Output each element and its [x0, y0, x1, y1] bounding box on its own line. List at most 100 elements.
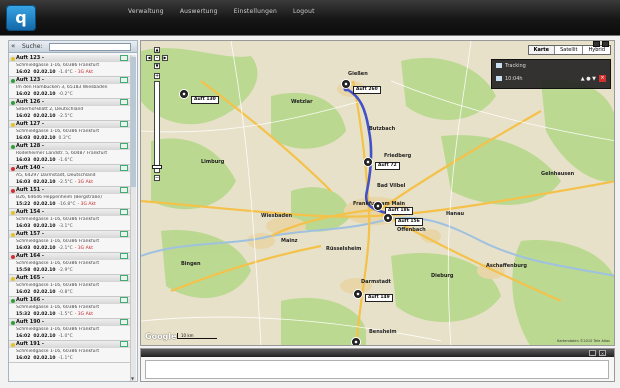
zoom-out-button[interactable]: −	[154, 175, 160, 181]
vehicle-address: Schmiedgasse 1-16, 60386 Frankfurt	[16, 349, 100, 354]
vehicle-title-bar[interactable]: Auft 154 -	[9, 209, 130, 216]
vehicle-list-item[interactable]: Auft 166 - Schmiedgasse 1-16, 60386 Frank…	[9, 297, 130, 319]
vehicle-title-bar[interactable]: Auft 151 -	[9, 187, 130, 194]
vehicle-title-bar[interactable]: Auft 166 -	[9, 297, 130, 304]
app-logo-text: q	[15, 8, 27, 27]
vehicle-title-bar[interactable]: Auft 140 -	[9, 165, 130, 172]
vehicle-list-item[interactable]: Auft 126 - Silberhof-Blatt 2, Deutschland…	[9, 99, 130, 121]
vehicle-marker[interactable]	[341, 79, 351, 89]
vehicle-marker[interactable]	[363, 157, 373, 167]
sidebar-scrollbar[interactable]: ▲ ▼	[130, 55, 136, 381]
vehicle-title-bar[interactable]: Auft 157 -	[9, 231, 130, 238]
vehicle-title-bar[interactable]: Auft 123 -	[9, 55, 130, 62]
tracking-close-button[interactable]: ×	[599, 75, 606, 82]
vehicle-marker[interactable]	[373, 201, 383, 211]
scrollbar-thumb[interactable]	[131, 57, 136, 187]
map-copyright: Kartendaten ©2010 Tele Atlas	[557, 339, 610, 343]
tracking-controls-icon[interactable]: ▲ ● ▼	[581, 76, 596, 82]
vehicle-details-icon[interactable]	[120, 231, 128, 237]
vehicle-alert: - 3G Akt	[74, 180, 94, 185]
vehicle-list-item[interactable]: Auft 123 - Im den Hambücken 3, 65183 Wies…	[9, 77, 130, 99]
tracked-route	[345, 87, 387, 215]
map-maximize-button[interactable]	[602, 41, 609, 47]
vehicle-title-bar[interactable]: Auft 127 -	[9, 121, 130, 128]
vehicle-details-icon[interactable]	[120, 253, 128, 259]
vehicle-marker[interactable]	[353, 289, 363, 299]
vehicle-title-bar[interactable]: Auft 128 -	[9, 143, 130, 150]
vehicle-details-icon[interactable]	[120, 341, 128, 347]
vehicle-details-icon[interactable]	[120, 143, 128, 149]
vehicle-details-icon[interactable]	[120, 209, 128, 215]
vehicle-title-bar[interactable]: Auft 191 -	[9, 341, 130, 348]
bottom-minimize-button[interactable]: _	[589, 350, 596, 356]
status-dot-icon	[11, 232, 15, 237]
vehicle-title-bar[interactable]: Auft 123 -	[9, 77, 130, 84]
vehicle-list-item[interactable]: Auft 154 - Schmiedgasse 1-16, 60386 Frank…	[9, 209, 130, 231]
vehicle-list-item[interactable]: Auft 190 - Schmiedgasse 1-16, 60386 Frank…	[9, 319, 130, 341]
pan-up-icon[interactable]: ▲	[154, 47, 160, 53]
vehicle-details-icon[interactable]	[120, 297, 128, 303]
vehicle-details-icon[interactable]	[120, 275, 128, 281]
pan-center-icon[interactable]: •	[154, 55, 160, 61]
zoom-slider-track[interactable]	[154, 81, 160, 173]
vehicle-list-item[interactable]: Auft 165 - Schmiedgasse 1-16, 60386 Frank…	[9, 275, 130, 297]
map-minimize-button[interactable]	[593, 41, 600, 47]
vehicle-marker-label[interactable]: Auft 130	[191, 96, 219, 104]
vehicle-marker-label[interactable]: Auft 260	[353, 86, 381, 94]
place-label-bensheim: Bensheim	[369, 329, 397, 335]
tracking-info-row: 10:04h	[496, 76, 523, 82]
vehicle-details-icon[interactable]	[120, 99, 128, 105]
vehicle-title-bar[interactable]: Auft 164 -	[9, 253, 130, 260]
status-dot-icon	[11, 78, 15, 83]
vehicle-marker-label[interactable]: Auft 149	[365, 294, 393, 302]
vehicle-title-bar[interactable]: Auft 190 -	[9, 319, 130, 326]
vehicle-list-item[interactable]: Auft 140 - A5, 64297 Darmstadt, Deutschla…	[9, 165, 130, 187]
search-input[interactable]	[49, 43, 131, 51]
vehicle-list-item[interactable]: Auft 191 - Schmiedgasse 1-16, 60386 Frank…	[9, 341, 130, 363]
vehicle-marker[interactable]	[351, 337, 361, 345]
vehicle-title-bar[interactable]: Auft 126 -	[9, 99, 130, 106]
vehicle-marker-label[interactable]: Auft 72	[375, 162, 400, 170]
place-label-hanau: Hanau	[446, 211, 465, 217]
vehicle-temperature: -1.0°C	[58, 334, 73, 339]
vehicle-list-item[interactable]: Auft 157 - Schmiedgasse 1-16, 60386 Frank…	[9, 231, 130, 253]
vehicle-list-item[interactable]: Auft 164 - Schmiedgasse 1-16, 60386 Frank…	[9, 253, 130, 275]
vehicle-temperature: -1.1°C	[58, 356, 73, 361]
vehicle-details-icon[interactable]	[120, 77, 128, 83]
vehicle-marker[interactable]	[179, 89, 189, 99]
vehicle-list-item[interactable]: Auft 151 - B26, 64646 Heppenheim (Bergstr…	[9, 187, 130, 209]
vehicle-details-icon[interactable]	[120, 165, 128, 171]
zoom-in-button[interactable]: +	[154, 73, 160, 79]
scroll-down-icon[interactable]: ▼	[131, 376, 134, 381]
vehicle-marker-label[interactable]: Auft 156	[395, 218, 423, 226]
map-view[interactable]: Gießen Wetzlar Limburg Friedberg Bad Vil…	[140, 40, 615, 346]
bottom-panel-content[interactable]	[145, 360, 609, 379]
pan-down-icon[interactable]: ▼	[154, 63, 160, 69]
vehicle-marker[interactable]	[383, 213, 393, 223]
vehicle-date: 02.02.10	[33, 70, 56, 75]
vehicle-details-icon[interactable]	[120, 55, 128, 61]
vehicle-list-item[interactable]: Auft 127 - Schmiedgasse 1-16, 60386 Frank…	[9, 121, 130, 143]
vehicle-name: Auft 151 -	[16, 187, 44, 193]
nav-item-einstellungen[interactable]: Einstellungen	[234, 8, 277, 15]
map-type-hybrid-button[interactable]: Hybrid	[583, 46, 610, 54]
vehicle-time: 16:03	[16, 136, 31, 141]
map-type-karte-button[interactable]: Karte	[528, 46, 556, 54]
nav-item-auswertung[interactable]: Auswertung	[180, 8, 218, 15]
map-type-satellit-button[interactable]: Satellit	[555, 46, 584, 54]
zoom-slider-knob[interactable]	[152, 165, 162, 169]
vehicle-details-icon[interactable]	[120, 121, 128, 127]
nav-item-logout[interactable]: Logout	[293, 8, 315, 15]
vehicle-alert: - 3G Akt	[77, 202, 96, 207]
nav-item-verwaltung[interactable]: Verwaltung	[128, 8, 164, 15]
vehicle-status-line: 16:02 02.02.10 -1.1°C	[16, 356, 75, 361]
vehicle-details-icon[interactable]	[120, 187, 128, 193]
vehicle-title-bar[interactable]: Auft 165 -	[9, 275, 130, 282]
pan-left-icon[interactable]: ◀	[146, 55, 152, 61]
vehicle-list-item[interactable]: Auft 123 - Schmiedgasse 1-16, 60386 Frank…	[9, 55, 130, 77]
vehicle-details-icon[interactable]	[120, 319, 128, 325]
vehicle-list-item[interactable]: Auft 128 - Rödelheimer Landstr. 5, 60487 …	[9, 143, 130, 165]
bottom-close-button[interactable]: ×	[599, 350, 606, 356]
collapse-sidebar-icon[interactable]: «	[11, 42, 15, 50]
pan-right-icon[interactable]: ▶	[162, 55, 168, 61]
